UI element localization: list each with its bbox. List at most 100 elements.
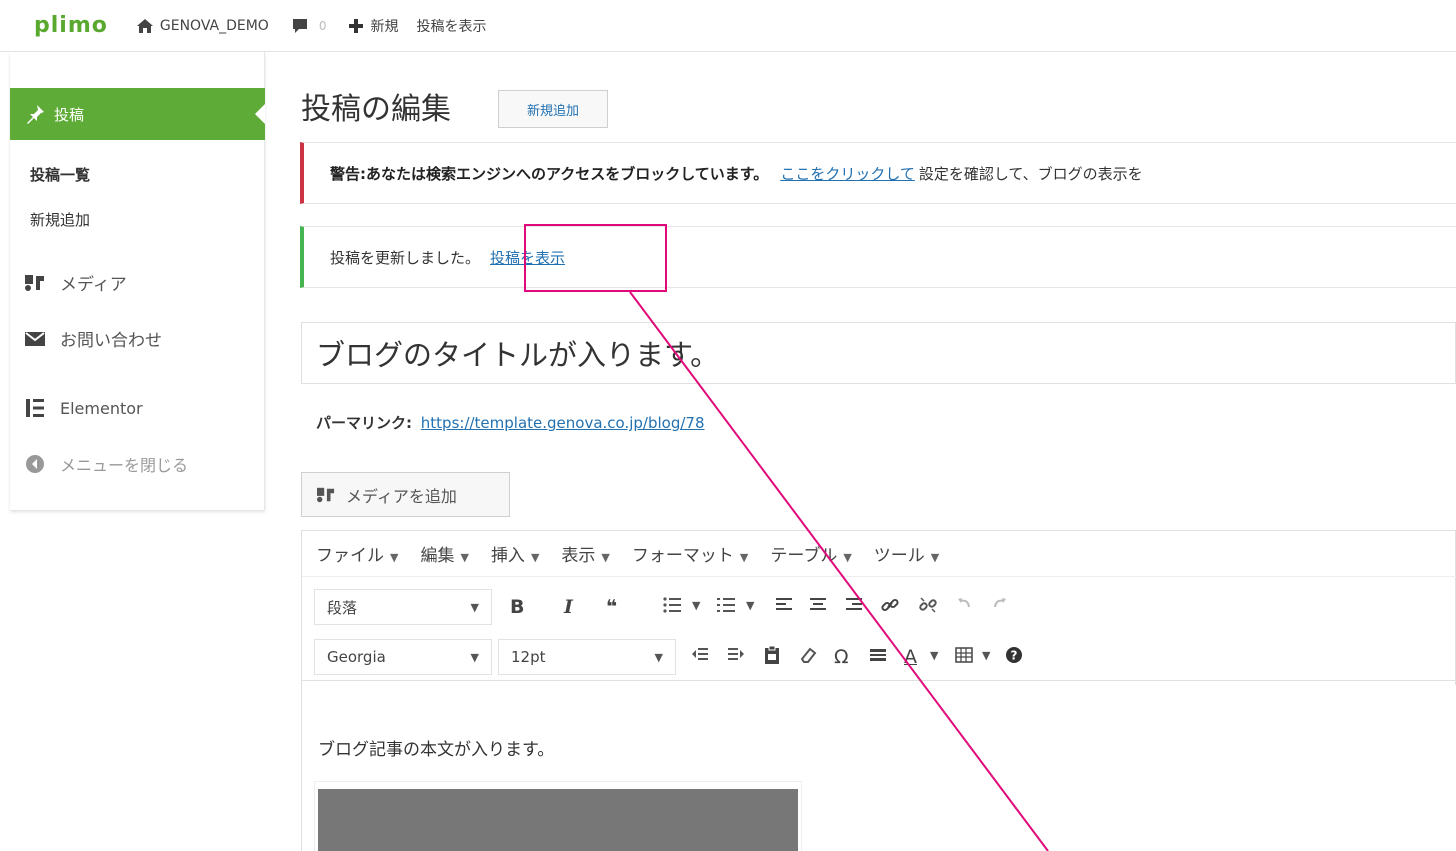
menu-view[interactable]: 表示 ▼ — [561, 541, 609, 566]
svg-text:?: ? — [1011, 649, 1018, 663]
admin-bar: plimo GENOVA_DEMO 0 新規 投稿を表示 — [0, 0, 1456, 52]
align-right-icon[interactable] — [844, 595, 864, 615]
editor-menubar: ファイル ▼ 編集 ▼ 挿入 ▼ 表示 ▼ フォーマット ▼ テーブル ▼ ツール ▼ — [302, 531, 1456, 577]
media-icon — [25, 274, 44, 291]
text-color-icon[interactable]: A — [904, 645, 917, 669]
clear-formatting-icon[interactable] — [798, 645, 818, 665]
menu-tools[interactable]: ツール ▼ — [874, 541, 939, 566]
sidebar-item-label: お問い合わせ — [60, 331, 162, 351]
table-icon[interactable] — [954, 645, 974, 665]
permalink-url-link[interactable]: https://template.genova.co.jp/blog/78 — [421, 414, 705, 432]
bold-icon[interactable]: B — [510, 595, 524, 619]
blockquote-icon[interactable]: ❝ — [606, 595, 617, 619]
help-icon[interactable]: ? — [1004, 645, 1024, 665]
italic-icon[interactable]: I — [564, 595, 573, 619]
menu-table[interactable]: テーブル ▼ — [770, 541, 851, 566]
comment-icon — [292, 18, 307, 33]
undo-icon[interactable] — [956, 595, 974, 613]
chevron-down-icon: ▼ — [930, 551, 940, 564]
outdent-icon[interactable] — [690, 645, 710, 665]
page-title: 投稿の編集 — [301, 92, 451, 127]
indent-icon[interactable] — [726, 645, 746, 665]
link-icon[interactable] — [880, 595, 900, 615]
chevron-down-icon: ▼ — [390, 551, 399, 564]
new-label: 新規 — [370, 18, 399, 35]
sidebar-item-posts[interactable]: 投稿 — [10, 88, 265, 140]
post-body-text: ブログ記事の本文が入ります。 — [318, 740, 555, 760]
font-size-select[interactable]: 12pt ▼ — [498, 639, 676, 675]
chevron-down-icon: ▼ — [470, 600, 479, 614]
sidebar-item-contact[interactable]: お問い合わせ — [24, 326, 162, 351]
font-family-value: Georgia — [327, 648, 386, 666]
add-media-button[interactable]: メディアを追加 — [301, 472, 510, 517]
menu-label: フォーマット — [631, 546, 734, 566]
post-updated-notice: 投稿を更新しました。 投稿を表示 — [300, 226, 1456, 288]
menu-edit[interactable]: 編集 ▼ — [420, 541, 468, 566]
chevron-down-icon: ▼ — [739, 551, 749, 564]
editor-content-area[interactable]: ブログ記事の本文が入ります。 — [302, 685, 1456, 851]
permalink-label: パーマリンク: — [316, 414, 412, 432]
site-logo[interactable]: plimo — [34, 13, 108, 38]
plus-icon — [349, 18, 364, 33]
align-center-icon[interactable] — [808, 595, 828, 615]
site-name-link[interactable]: GENOVA_DEMO — [136, 18, 269, 34]
tinymce-editor: ファイル ▼ 編集 ▼ 挿入 ▼ 表示 ▼ フォーマット ▼ テーブル ▼ ツール ▼ 段落 … — [301, 530, 1456, 851]
unlink-icon[interactable] — [918, 595, 938, 615]
post-title-input[interactable]: ブログのタイトルが入ります。 — [301, 322, 1456, 384]
font-size-value: 12pt — [511, 648, 546, 666]
active-indicator — [255, 104, 265, 124]
chevron-down-icon[interactable]: ▼ — [692, 599, 700, 612]
numbered-list-icon[interactable] — [716, 595, 736, 615]
permalink-row: パーマリンク: https://template.genova.co.jp/bl… — [316, 412, 705, 433]
font-family-select[interactable]: Georgia ▼ — [314, 639, 492, 675]
menu-format[interactable]: フォーマット ▼ — [632, 541, 748, 566]
chevron-down-icon: ▼ — [843, 551, 852, 564]
post-image[interactable] — [318, 789, 798, 851]
chevron-down-icon[interactable]: ▼ — [982, 649, 990, 662]
view-post-link[interactable]: 投稿を表示 — [416, 16, 486, 36]
annotation-highlight-box — [524, 224, 667, 292]
sidebar-item-media[interactable]: メディア — [24, 270, 127, 295]
omega-icon[interactable]: Ω — [834, 645, 849, 669]
add-new-button[interactable]: 新規追加 — [498, 90, 608, 128]
menu-insert[interactable]: 挿入 ▼ — [491, 541, 539, 566]
elementor-icon — [26, 399, 44, 417]
chevron-down-icon[interactable]: ▼ — [930, 649, 938, 662]
collapse-icon — [26, 455, 44, 473]
collapse-menu-button[interactable]: メニューを閉じる — [24, 452, 188, 476]
menu-file[interactable]: ファイル ▼ — [316, 541, 398, 566]
chevron-down-icon: ▼ — [460, 551, 469, 564]
comment-count: 0 — [318, 18, 327, 33]
redo-icon[interactable] — [990, 595, 1008, 613]
menu-label: 表示 — [561, 546, 596, 566]
menu-label: ツール — [873, 546, 925, 566]
chevron-down-icon: ▼ — [601, 551, 610, 564]
editor-toolbar-row-2: Georgia ▼ 12pt ▼ Ω A ▼ ▼ ? — [302, 635, 1456, 681]
pin-icon — [27, 105, 44, 124]
warning-text: 警告:あなたは検索エンジンへのアクセスをブロックしています。 — [330, 164, 769, 183]
chevron-down-icon: ▼ — [470, 650, 479, 664]
sidebar-item-label: メニューを閉じる — [60, 456, 189, 475]
updated-text: 投稿を更新しました。 — [330, 248, 481, 267]
bullet-list-icon[interactable] — [662, 595, 682, 615]
sidebar-item-label: 投稿 — [54, 105, 85, 124]
sidebar-item-label: メディア — [60, 275, 127, 295]
chevron-down-icon[interactable]: ▼ — [746, 599, 754, 612]
submenu-all-posts[interactable]: 投稿一覧 — [30, 164, 90, 185]
horizontal-line-icon[interactable] — [868, 645, 888, 665]
warning-settings-link[interactable]: ここをクリックして — [780, 163, 915, 184]
chevron-down-icon: ▼ — [530, 551, 540, 564]
home-icon — [136, 18, 153, 33]
mail-icon — [25, 331, 45, 346]
sidebar-item-elementor[interactable]: Elementor — [24, 398, 143, 418]
new-content-link[interactable]: 新規 — [348, 16, 398, 36]
paste-as-text-icon[interactable] — [762, 645, 782, 665]
site-name-label: GENOVA_DEMO — [159, 17, 269, 34]
menu-label: ファイル — [316, 546, 384, 566]
block-format-select[interactable]: 段落 ▼ — [314, 589, 492, 625]
comments-link[interactable]: 0 — [291, 17, 327, 35]
align-left-icon[interactable] — [774, 595, 794, 615]
menu-label: テーブル — [770, 546, 838, 566]
sidebar-item-label: Elementor — [60, 398, 143, 418]
submenu-add-new[interactable]: 新規追加 — [30, 209, 90, 230]
